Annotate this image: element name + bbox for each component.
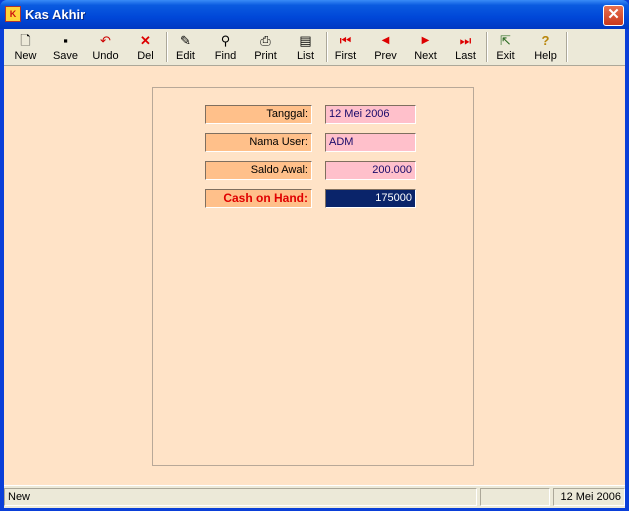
help-question-icon: ? (541, 33, 550, 48)
exit-button[interactable]: ⇱ Exit (486, 30, 525, 64)
new-button[interactable]: 🗋 New (6, 30, 45, 64)
list-button-label: List (296, 50, 315, 62)
undo-button[interactable]: ↶ Undo (86, 30, 125, 64)
nama-user-field[interactable]: ADM (325, 133, 416, 152)
close-button[interactable]: ✕ (603, 5, 624, 26)
tanggal-label: Tanggal: (205, 105, 312, 124)
last-button-label: Last (455, 50, 476, 62)
prev-button[interactable]: ◀ Prev (366, 30, 405, 64)
new-document-icon: 🗋 (20, 33, 31, 48)
previous-record-icon: ◀ (381, 35, 390, 46)
undo-arrow-icon: ↶ (100, 33, 111, 48)
client-area: 🗋 New ▪ Save ↶ Undo ✕ Del ✎ Edit ⚲ Find … (4, 29, 625, 508)
list-button[interactable]: ▤ List (286, 30, 325, 64)
red-x-icon: ✕ (140, 33, 151, 48)
cash-on-hand-label: Cash on Hand: (205, 189, 312, 208)
status-middle (480, 488, 550, 506)
first-button[interactable]: ⏮ First (326, 30, 365, 64)
help-button[interactable]: ? Help (526, 30, 565, 64)
undo-button-label: Undo (92, 50, 119, 62)
next-button-label: Next (414, 50, 437, 62)
save-button[interactable]: ▪ Save (46, 30, 85, 64)
floppy-disk-icon: ▪ (63, 33, 68, 48)
title-bar[interactable]: K Kas Akhir ✕ (0, 0, 629, 29)
edit-document-icon: ✎ (180, 33, 191, 48)
list-pages-icon: ▤ (299, 33, 312, 48)
app-icon: K (5, 6, 21, 22)
exit-button-label: Exit (496, 50, 515, 62)
saldo-awal-field[interactable]: 200.000 (325, 161, 416, 180)
find-button[interactable]: ⚲ Find (206, 30, 245, 64)
save-button-label: Save (52, 50, 79, 62)
nama-user-label: Nama User: (205, 133, 312, 152)
window-title: Kas Akhir (25, 7, 86, 22)
app-window: K Kas Akhir ✕ 🗋 New ▪ Save ↶ Undo ✕ Del (0, 0, 629, 511)
last-button[interactable]: ⏭ Last (446, 30, 485, 64)
print-button[interactable]: ⎙ Print (246, 30, 285, 64)
printer-icon: ⎙ (260, 33, 271, 48)
new-button-label: New (14, 50, 37, 62)
binoculars-icon: ⚲ (220, 33, 231, 48)
cash-on-hand-field[interactable]: 175000 (325, 189, 416, 208)
last-record-icon: ⏭ (459, 33, 472, 48)
first-record-icon: ⏮ (339, 33, 352, 48)
status-mode: New (4, 488, 477, 506)
print-button-label: Print (254, 50, 277, 62)
help-button-label: Help (534, 50, 557, 62)
form-panel: Tanggal: 12 Mei 2006 Nama User: ADM Sald… (152, 87, 474, 466)
first-button-label: First (334, 50, 357, 62)
edit-button-label: Edit (176, 50, 195, 62)
prev-button-label: Prev (374, 50, 397, 62)
edit-button[interactable]: ✎ Edit (166, 30, 205, 64)
next-button[interactable]: ▶ Next (406, 30, 445, 64)
next-record-icon: ▶ (421, 35, 430, 46)
status-bar: New 12 Mei 2006 (4, 485, 625, 508)
exit-door-icon: ⇱ (500, 33, 511, 48)
toolbar: 🗋 New ▪ Save ↶ Undo ✕ Del ✎ Edit ⚲ Find … (4, 29, 625, 66)
tanggal-field[interactable]: 12 Mei 2006 (325, 105, 416, 124)
saldo-awal-label: Saldo Awal: (205, 161, 312, 180)
find-button-label: Find (214, 50, 237, 62)
delete-button-label: Del (137, 50, 154, 62)
status-date: 12 Mei 2006 (553, 488, 625, 506)
delete-button[interactable]: ✕ Del (126, 30, 165, 64)
toolbar-separator (566, 32, 568, 62)
